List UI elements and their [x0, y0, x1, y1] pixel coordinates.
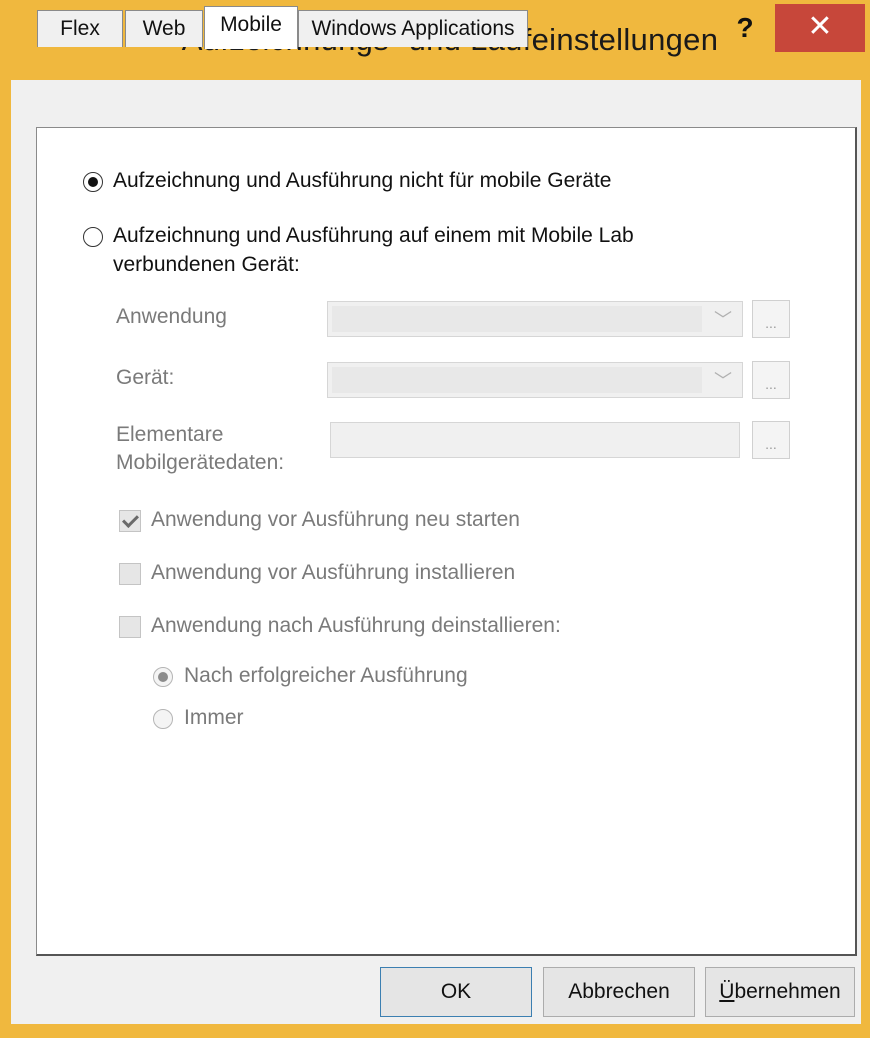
radio-no-mobile[interactable]: [83, 172, 103, 192]
radio-after-success-label[interactable]: Nach erfolgreicher Ausführung: [184, 664, 468, 688]
apply-button[interactable]: Übernehmen: [705, 967, 855, 1017]
device-browse-button[interactable]: ...: [752, 361, 790, 399]
uninstall-app-label[interactable]: Anwendung nach Ausführung deinstallieren…: [151, 614, 561, 638]
apply-button-label: bernehmen: [734, 980, 841, 1003]
device-value: [332, 367, 702, 393]
apply-button-mnemonic: Ü: [719, 980, 735, 1003]
application-dropdown[interactable]: ﹀: [327, 301, 743, 337]
close-button[interactable]: ✕: [775, 4, 865, 52]
radio-always[interactable]: [153, 709, 173, 729]
restart-app-label[interactable]: Anwendung vor Ausführung neu starten: [151, 508, 520, 532]
tab-flex[interactable]: Flex: [37, 10, 123, 47]
tab-mobile[interactable]: Mobile: [204, 6, 298, 49]
basic-data-label-line2: Mobilgerätedaten:: [116, 451, 285, 474]
cancel-button[interactable]: Abbrechen: [543, 967, 695, 1017]
tab-web[interactable]: Web: [125, 10, 203, 47]
application-value: [332, 306, 702, 332]
install-app-checkbox[interactable]: [119, 563, 141, 585]
tab-windows-applications[interactable]: Windows Applications: [298, 10, 528, 47]
basic-data-field[interactable]: [330, 422, 740, 458]
radio-mobile-lab-label-line2[interactable]: verbundenen Gerät:: [113, 253, 300, 277]
close-icon: ✕: [807, 10, 833, 43]
radio-no-mobile-label[interactable]: Aufzeichnung und Ausführung nicht für mo…: [113, 169, 611, 193]
radio-always-label[interactable]: Immer: [184, 706, 244, 730]
radio-after-success[interactable]: [153, 667, 173, 687]
ok-button[interactable]: OK: [380, 967, 532, 1017]
application-label: Anwendung: [116, 305, 227, 328]
settings-dialog: Aufzeichnungs- und Laufeinstellungen ? ✕…: [0, 0, 870, 1038]
basic-data-label-line1: Elementare: [116, 423, 224, 446]
application-browse-button[interactable]: ...: [752, 300, 790, 338]
device-label: Gerät:: [116, 366, 175, 389]
basic-data-browse-button[interactable]: ...: [752, 421, 790, 459]
chevron-down-icon: ﹀: [714, 371, 732, 391]
restart-app-checkbox[interactable]: [119, 510, 141, 532]
device-dropdown[interactable]: ﹀: [327, 362, 743, 398]
chevron-down-icon: ﹀: [714, 310, 732, 330]
install-app-label[interactable]: Anwendung vor Ausführung installieren: [151, 561, 515, 585]
radio-mobile-lab-label-line1[interactable]: Aufzeichnung und Ausführung auf einem mi…: [113, 224, 634, 248]
uninstall-app-checkbox[interactable]: [119, 616, 141, 638]
radio-mobile-lab[interactable]: [83, 227, 103, 247]
mobile-tab-panel: [36, 127, 857, 956]
help-button[interactable]: ?: [720, 4, 770, 52]
